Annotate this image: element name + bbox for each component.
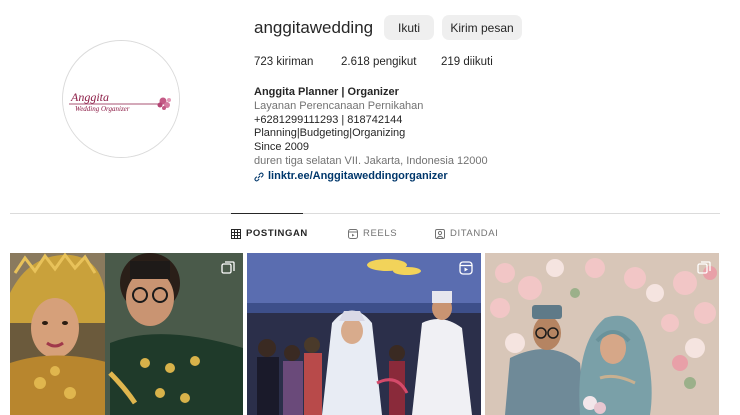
profile-username: anggitawedding [254, 18, 374, 37]
post-photo-couple-flowers [485, 253, 719, 415]
carousel-icon [697, 261, 711, 274]
post-photo-couple-traditional [10, 253, 243, 415]
profile-category: Layanan Perencanaan Pernikahan [254, 99, 424, 112]
post-thumbnail[interactable] [247, 253, 481, 415]
tab-posts[interactable]: POSTINGAN [231, 228, 308, 239]
bio-services-line: Planning|Budgeting|Organizing [254, 127, 406, 140]
bio-since-line: Since 2009 [254, 141, 310, 154]
active-tab-indicator [231, 213, 303, 214]
bio-address: duren tiga selatan VII. Jakarta, Indones… [254, 154, 488, 167]
reels-icon [348, 228, 358, 239]
post-thumbnail[interactable] [10, 253, 243, 415]
posts-count: 723 kiriman [254, 56, 314, 68]
send-message-button[interactable]: Kirim pesan [442, 15, 522, 40]
bio-link-text[interactable]: linktr.ee/Anggitaweddingorganizer [268, 170, 448, 184]
anggita-logo: Anggita Wedding Organizer [63, 41, 179, 157]
bio-link[interactable]: linktr.ee/Anggitaweddingorganizer [254, 170, 554, 184]
bio-phone-line: +6281299111293 | 818742144 [254, 113, 403, 126]
tab-posts-label[interactable]: POSTINGAN [246, 228, 308, 239]
tab-tagged[interactable]: DITANDAI [435, 228, 498, 239]
tabs-divider [10, 213, 720, 214]
profile-avatar[interactable]: Anggita Wedding Organizer [62, 40, 180, 158]
carousel-icon [221, 261, 235, 274]
profile-full-name: Anggita Planner | Organizer [254, 86, 399, 98]
post-photo-ceremony [247, 253, 481, 415]
grid-icon [231, 228, 241, 239]
svg-text:Anggita: Anggita [70, 90, 109, 104]
tab-reels-label[interactable]: REELS [363, 228, 397, 239]
profile-bio: Anggita Planner | Organizer Layanan Pere… [254, 86, 554, 184]
link-icon [254, 172, 264, 182]
tagged-icon [435, 228, 445, 239]
followers-count[interactable]: 2.618 pengikut [341, 56, 441, 68]
following-count[interactable]: 219 diikuti [441, 56, 493, 68]
svg-text:Wedding Organizer: Wedding Organizer [75, 105, 130, 113]
profile-stats: 723 kiriman 2.618 pengikut 219 diikuti [254, 56, 493, 68]
post-thumbnail[interactable] [485, 253, 719, 415]
follow-button[interactable]: Ikuti [384, 15, 434, 40]
tab-reels[interactable]: REELS [348, 228, 397, 239]
reels-icon [459, 261, 473, 275]
tab-tagged-label[interactable]: DITANDAI [450, 228, 498, 239]
